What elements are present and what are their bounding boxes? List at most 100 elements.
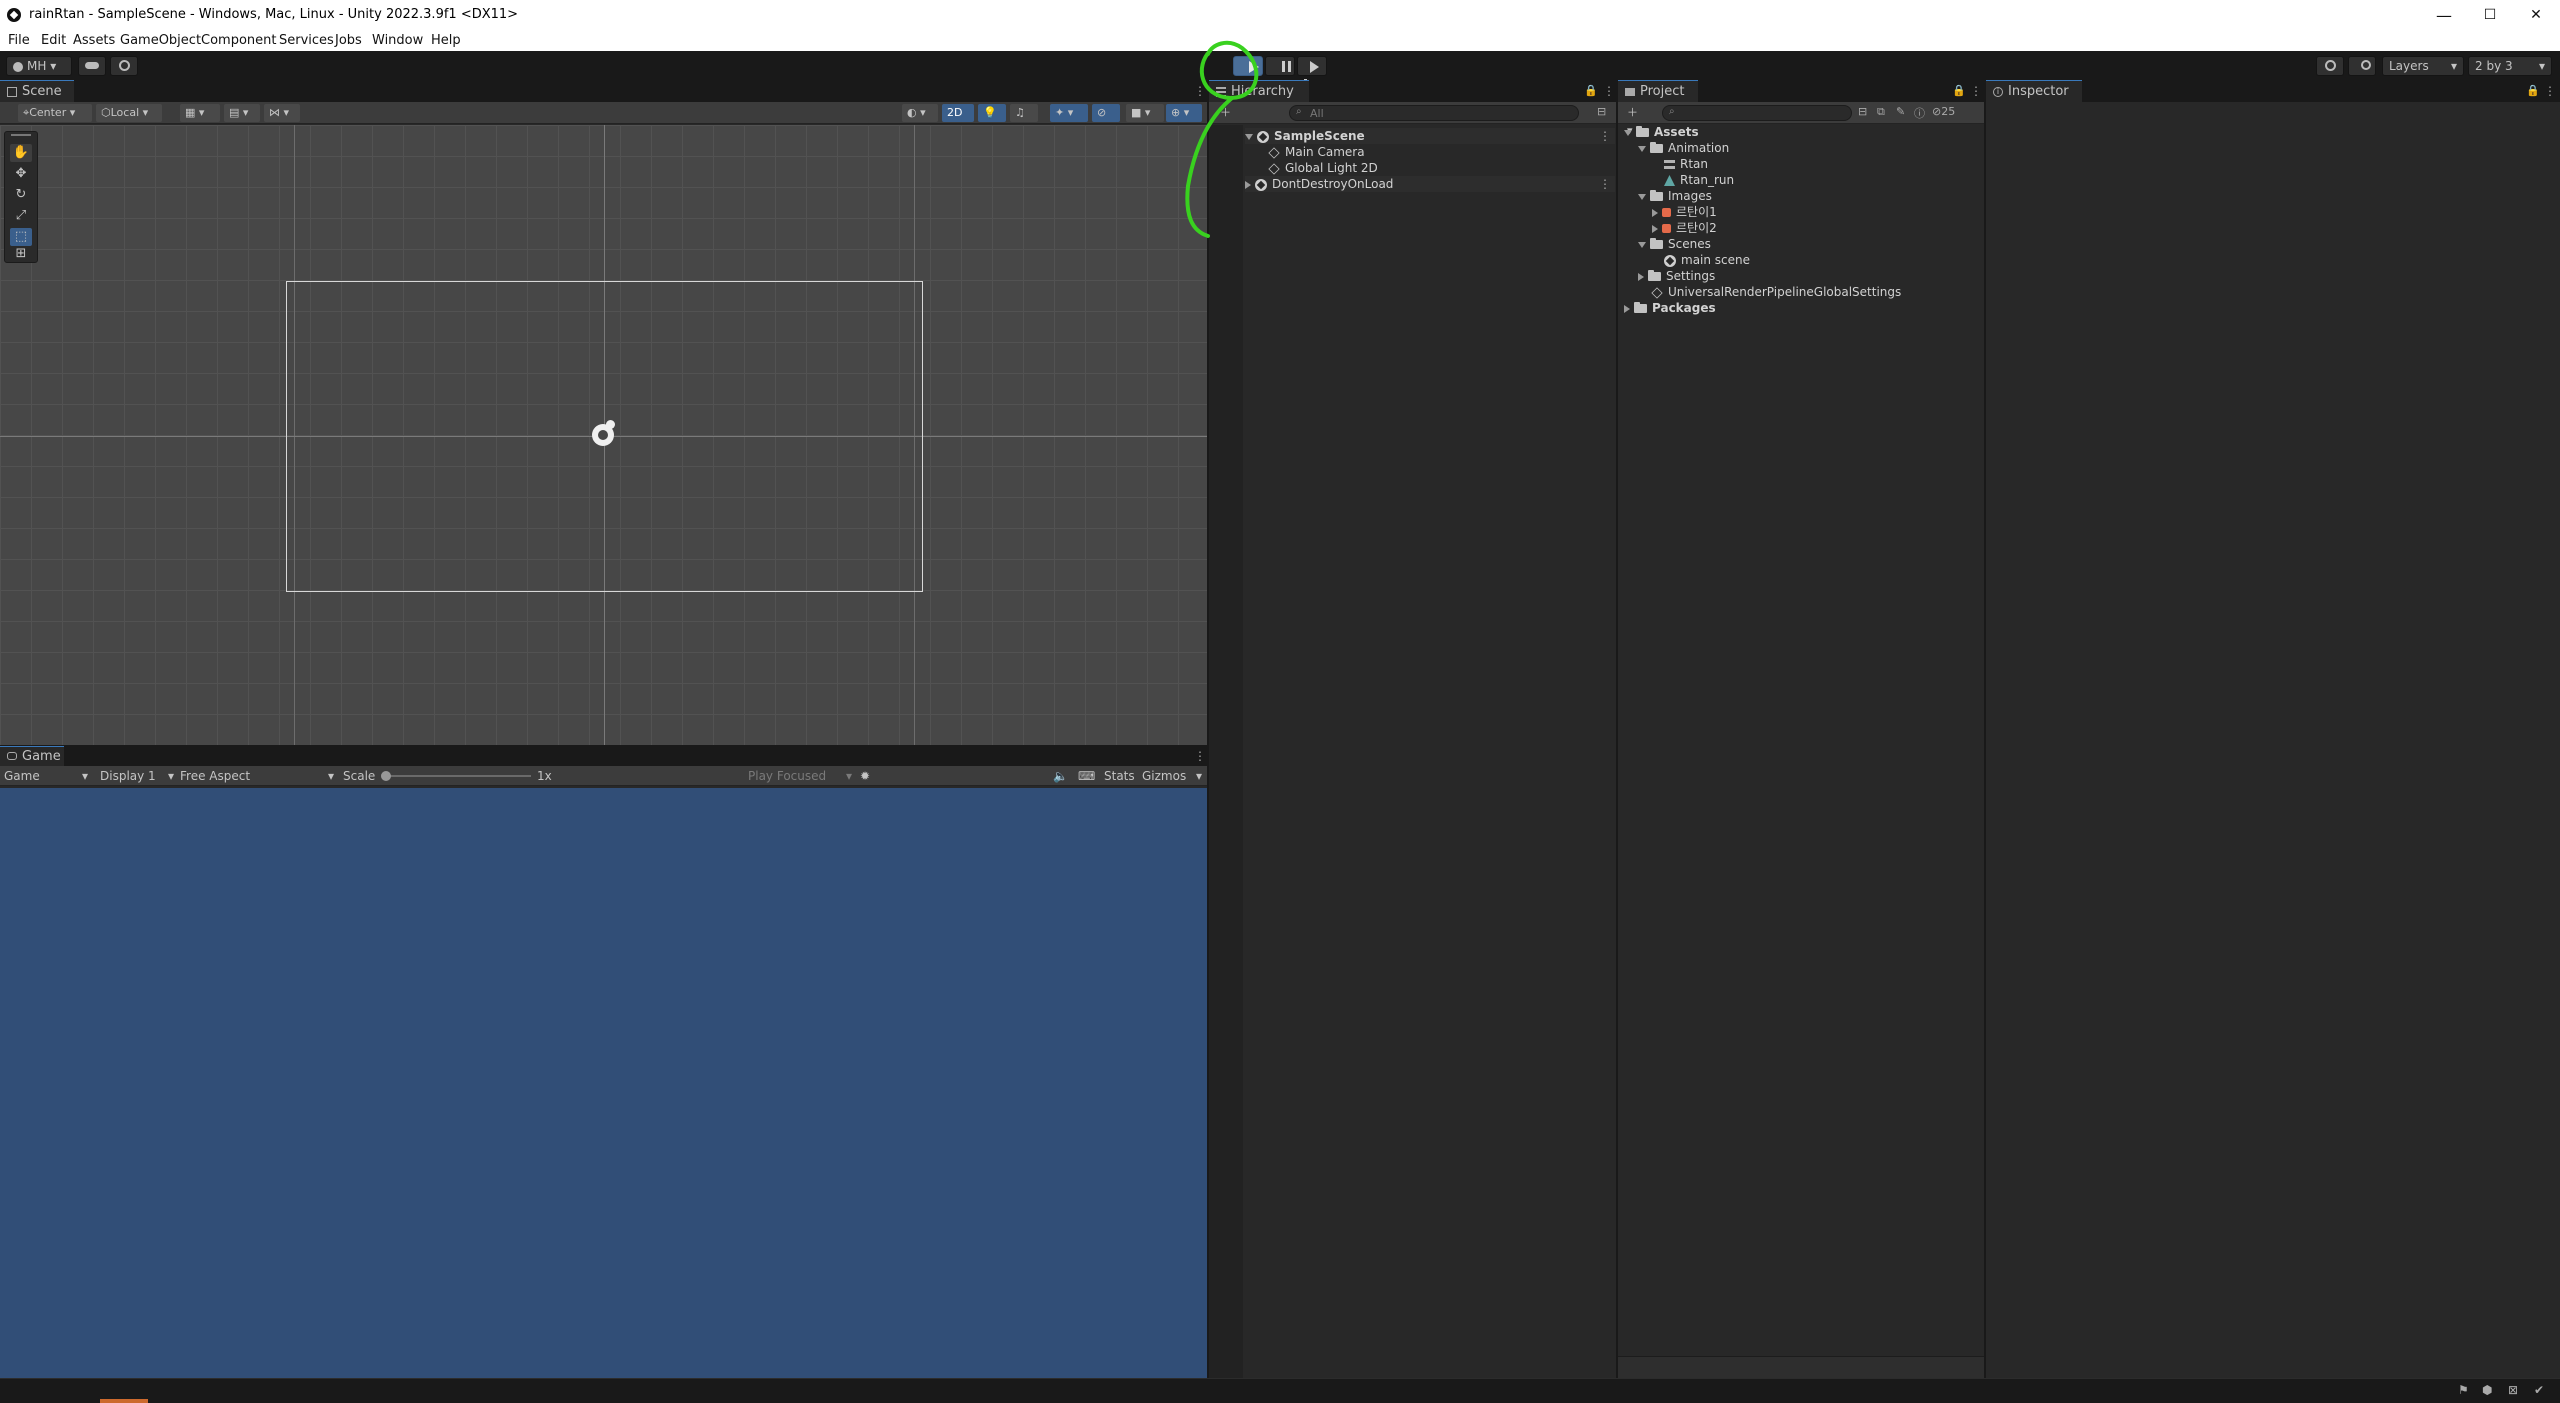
scene-options-icon[interactable]: ⋮	[1599, 176, 1611, 192]
hierarchy-item-label: Global Light 2D	[1285, 161, 1378, 175]
tab-game[interactable]: Game	[0, 746, 64, 766]
account-dropdown[interactable]: MH ▾	[6, 56, 72, 76]
effects-dropdown[interactable]: ✦ ▾	[1050, 104, 1088, 122]
game-mode-dropdown[interactable]: Game ▾	[4, 769, 88, 783]
display-dropdown[interactable]: Display 1 ▾	[100, 769, 174, 783]
gizmos-game-dropdown[interactable]: Gizmos ▾	[1142, 769, 1202, 783]
rotate-tool-icon[interactable]: ↻	[10, 186, 32, 204]
collab-button[interactable]	[110, 56, 138, 76]
maximize-button[interactable]: ☐	[2467, 0, 2513, 31]
step-button[interactable]	[1297, 56, 1327, 91]
camera-gizmo-icon[interactable]	[592, 420, 615, 446]
draw-mode-dropdown[interactable]: ◐ ▾	[902, 104, 938, 122]
transform-tool-icon[interactable]: ⊞	[10, 246, 32, 262]
network-icon[interactable]: ⊠	[2508, 1383, 2518, 1397]
menu-gameobject[interactable]: GameObject	[120, 33, 201, 48]
hierarchy-row-samplescene[interactable]: SampleScene ⋮	[1245, 128, 1615, 144]
unity-logo-icon	[7, 8, 21, 22]
layers-dropdown[interactable]: Layers ▾	[2382, 56, 2464, 76]
project-row-image-1[interactable]: 르탄이1	[1652, 204, 1717, 220]
move-tool-icon[interactable]: ✥	[10, 165, 32, 183]
menu-help[interactable]: Help	[431, 33, 461, 48]
project-row-rtan[interactable]: Rtan	[1664, 156, 1708, 172]
tab-inspector[interactable]: i Inspector	[1986, 80, 2082, 102]
menu-assets[interactable]: Assets	[73, 33, 115, 48]
menu-edit[interactable]: Edit	[41, 33, 66, 48]
hidden-objects-toggle[interactable]: ⊘	[1092, 104, 1120, 122]
hand-tool-icon[interactable]: ✋	[10, 144, 32, 162]
hierarchy-row-dontdestroyonload[interactable]: DontDestroyOnLoad ⋮	[1245, 176, 1615, 192]
pivot-label: Center	[29, 106, 67, 119]
project-row-assets[interactable]: Assets	[1624, 124, 1699, 140]
scene-options-icon[interactable]: ⋮	[1599, 128, 1611, 144]
project-row-packages[interactable]: Packages	[1624, 300, 1716, 316]
lock-icon[interactable]: 🔒	[2526, 84, 2540, 97]
minimize-button[interactable]: —	[2421, 0, 2467, 31]
project-row-images[interactable]: Images	[1638, 188, 1712, 204]
keyboard-shortcuts-icon[interactable]: ⌨	[1078, 769, 1095, 783]
pivot-dropdown[interactable]: ⌖Center ▾	[18, 104, 92, 122]
tab-scene[interactable]: Scene	[0, 80, 74, 102]
hierarchy-search-input[interactable]: ⌕ All	[1289, 105, 1579, 121]
game-menu-icon[interactable]: ⋮	[1194, 750, 1206, 762]
mute-audio-icon[interactable]: 🔈	[1053, 769, 1068, 783]
lock-icon[interactable]: 🔒	[1584, 84, 1598, 97]
toggle-2d-button[interactable]: 2D	[942, 104, 974, 122]
close-button[interactable]: ✕	[2513, 0, 2559, 31]
play-focused-dropdown[interactable]: Play Focused ▾	[748, 769, 852, 783]
search-by-label-icon[interactable]: ⧉	[1877, 105, 1885, 119]
hierarchy-menu-icon[interactable]: ⋮	[1603, 85, 1615, 97]
tab-project[interactable]: Project	[1618, 80, 1698, 102]
tag-icon[interactable]: ✎	[1896, 105, 1905, 118]
snap-increment-dropdown[interactable]: ▤ ▾	[224, 104, 260, 122]
inspector-menu-icon[interactable]: ⋮	[2544, 85, 2556, 97]
lock-icon[interactable]: 🔒	[1952, 84, 1966, 97]
check-icon[interactable]: ✔	[2534, 1383, 2544, 1397]
package-icon[interactable]: ⬢	[2482, 1383, 2492, 1397]
search-button[interactable]	[2348, 56, 2376, 76]
audio-toggle[interactable]: ♫	[1010, 104, 1038, 122]
project-row-urp-settings[interactable]: UniversalRenderPipelineGlobalSettings	[1651, 284, 1901, 300]
project-row-scenes[interactable]: Scenes	[1638, 236, 1711, 252]
lighting-toggle[interactable]: 💡	[978, 104, 1006, 122]
frame-debugger-icon[interactable]: ✹	[860, 769, 870, 783]
create-dropdown[interactable]: ＋▾	[1622, 104, 1648, 137]
cloud-button[interactable]	[78, 56, 106, 76]
project-row-main-scene[interactable]: main scene	[1664, 252, 1750, 268]
hierarchy-row-main-camera[interactable]: Main Camera	[1268, 144, 1365, 160]
search-by-type-icon[interactable]: ⊟	[1858, 105, 1867, 118]
camera-dropdown[interactable]: ■ ▾	[1126, 104, 1164, 122]
menu-services[interactable]: Services	[279, 33, 334, 48]
project-menu-icon[interactable]: ⋮	[1970, 85, 1982, 97]
game-view[interactable]	[0, 788, 1207, 1378]
game-toolbar: Game ▾ Display 1 ▾ Free Aspect ▾ Scale 1x P…	[0, 766, 1207, 786]
incremental-snap-dropdown[interactable]: ⋈ ▾	[264, 104, 300, 122]
stats-button[interactable]: Stats	[1104, 769, 1135, 783]
hidden-packages-button[interactable]: ⊘25	[1932, 105, 1955, 118]
hierarchy-row-global-light[interactable]: Global Light 2D	[1268, 160, 1378, 176]
rect-tool-icon[interactable]: ⬚	[10, 228, 32, 246]
grid-snap-dropdown[interactable]: ▦ ▾	[180, 104, 220, 122]
scale-slider-track[interactable]	[383, 775, 531, 777]
scale-slider-handle[interactable]	[381, 771, 391, 781]
menu-jobs[interactable]: Jobs	[335, 33, 362, 48]
scale-label: Scale	[343, 769, 376, 783]
project-row-rtan-run[interactable]: Rtan_run	[1664, 172, 1734, 188]
folder-open-icon	[1650, 142, 1663, 153]
menu-window[interactable]: Window	[372, 33, 423, 48]
project-row-image-2[interactable]: 르탄이2	[1652, 220, 1717, 236]
undo-history-button[interactable]	[2316, 56, 2344, 76]
search-options-icon[interactable]: ⊟	[1597, 105, 1606, 118]
debug-icon[interactable]: ⚑	[2458, 1383, 2469, 1397]
project-row-animation[interactable]: Animation	[1638, 140, 1729, 156]
project-row-settings[interactable]: Settings	[1638, 268, 1715, 284]
menu-component[interactable]: Component	[201, 33, 276, 48]
space-dropdown[interactable]: ⬡Local ▾	[96, 104, 162, 122]
project-search-input[interactable]: ⌕	[1662, 105, 1852, 121]
menu-file[interactable]: File	[8, 33, 30, 48]
layout-dropdown[interactable]: 2 by 3 ▾	[2468, 56, 2552, 76]
aspect-dropdown[interactable]: Free Aspect ▾	[180, 769, 334, 783]
info-icon[interactable]: ⓘ	[1914, 105, 1925, 121]
scene-viewport[interactable]: ✋ ✥ ↻ ⤢ ⬚ ⊞	[0, 125, 1207, 745]
scale-tool-icon[interactable]: ⤢	[10, 207, 32, 225]
